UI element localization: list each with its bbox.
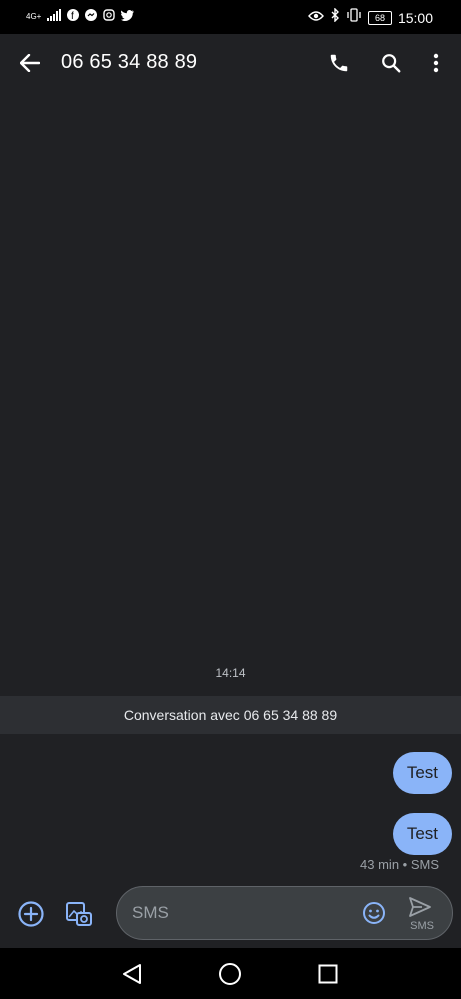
status-right: 68 15:00 bbox=[308, 7, 433, 27]
back-button[interactable] bbox=[16, 49, 44, 77]
facebook-icon: f bbox=[67, 8, 80, 26]
message-bubble[interactable]: Test bbox=[392, 752, 452, 794]
add-attachment-button[interactable] bbox=[16, 899, 46, 929]
message-compose-field[interactable]: SMS SMS bbox=[116, 886, 453, 940]
send-button[interactable] bbox=[406, 895, 434, 919]
add-circle-icon bbox=[18, 901, 44, 927]
message-bubble[interactable]: Test bbox=[392, 813, 452, 855]
instagram-icon bbox=[103, 8, 116, 26]
message-meta: 43 min • SMS bbox=[360, 857, 439, 872]
network-indicator: 4G+ bbox=[26, 12, 42, 21]
signal-icon bbox=[47, 8, 62, 26]
gallery-camera-icon bbox=[66, 902, 92, 926]
emoji-icon bbox=[363, 902, 385, 924]
svg-text:f: f bbox=[71, 11, 74, 21]
nav-back-button[interactable] bbox=[118, 960, 146, 988]
eye-icon bbox=[308, 9, 324, 27]
messenger-icon bbox=[85, 8, 98, 26]
square-recents-icon bbox=[318, 964, 338, 984]
gallery-camera-button[interactable] bbox=[64, 899, 94, 929]
more-vert-icon bbox=[433, 53, 439, 73]
circle-home-icon bbox=[219, 963, 241, 985]
system-nav-bar bbox=[0, 948, 461, 999]
status-left: 4G+ f bbox=[26, 8, 135, 26]
more-options-button[interactable] bbox=[426, 49, 446, 77]
compose-placeholder: SMS bbox=[132, 903, 169, 922]
send-icon bbox=[409, 897, 431, 917]
status-bar: 4G+ f 68 15:00 bbox=[0, 0, 461, 34]
conversation-timestamp: 14:14 bbox=[215, 666, 246, 680]
page-title: 06 65 34 88 89 bbox=[61, 51, 198, 73]
search-icon bbox=[382, 54, 401, 73]
triangle-back-icon bbox=[123, 964, 141, 984]
twitter-icon bbox=[121, 8, 135, 26]
arrow-back-icon bbox=[20, 54, 40, 72]
phone-icon bbox=[330, 54, 348, 72]
emoji-button[interactable] bbox=[362, 901, 386, 925]
call-button[interactable] bbox=[325, 49, 353, 77]
search-button[interactable] bbox=[377, 49, 405, 77]
status-time: 15:00 bbox=[397, 9, 433, 26]
vibrate-icon bbox=[346, 8, 362, 27]
bluetooth-icon bbox=[330, 7, 340, 27]
nav-recents-button[interactable] bbox=[314, 960, 342, 988]
battery-indicator: 68 bbox=[367, 10, 392, 25]
app-bar: 06 65 34 88 89 bbox=[0, 34, 461, 92]
conversation-banner: Conversation avec 06 65 34 88 89 bbox=[0, 696, 461, 734]
nav-home-button[interactable] bbox=[216, 960, 244, 988]
send-label: SMS bbox=[410, 920, 434, 932]
